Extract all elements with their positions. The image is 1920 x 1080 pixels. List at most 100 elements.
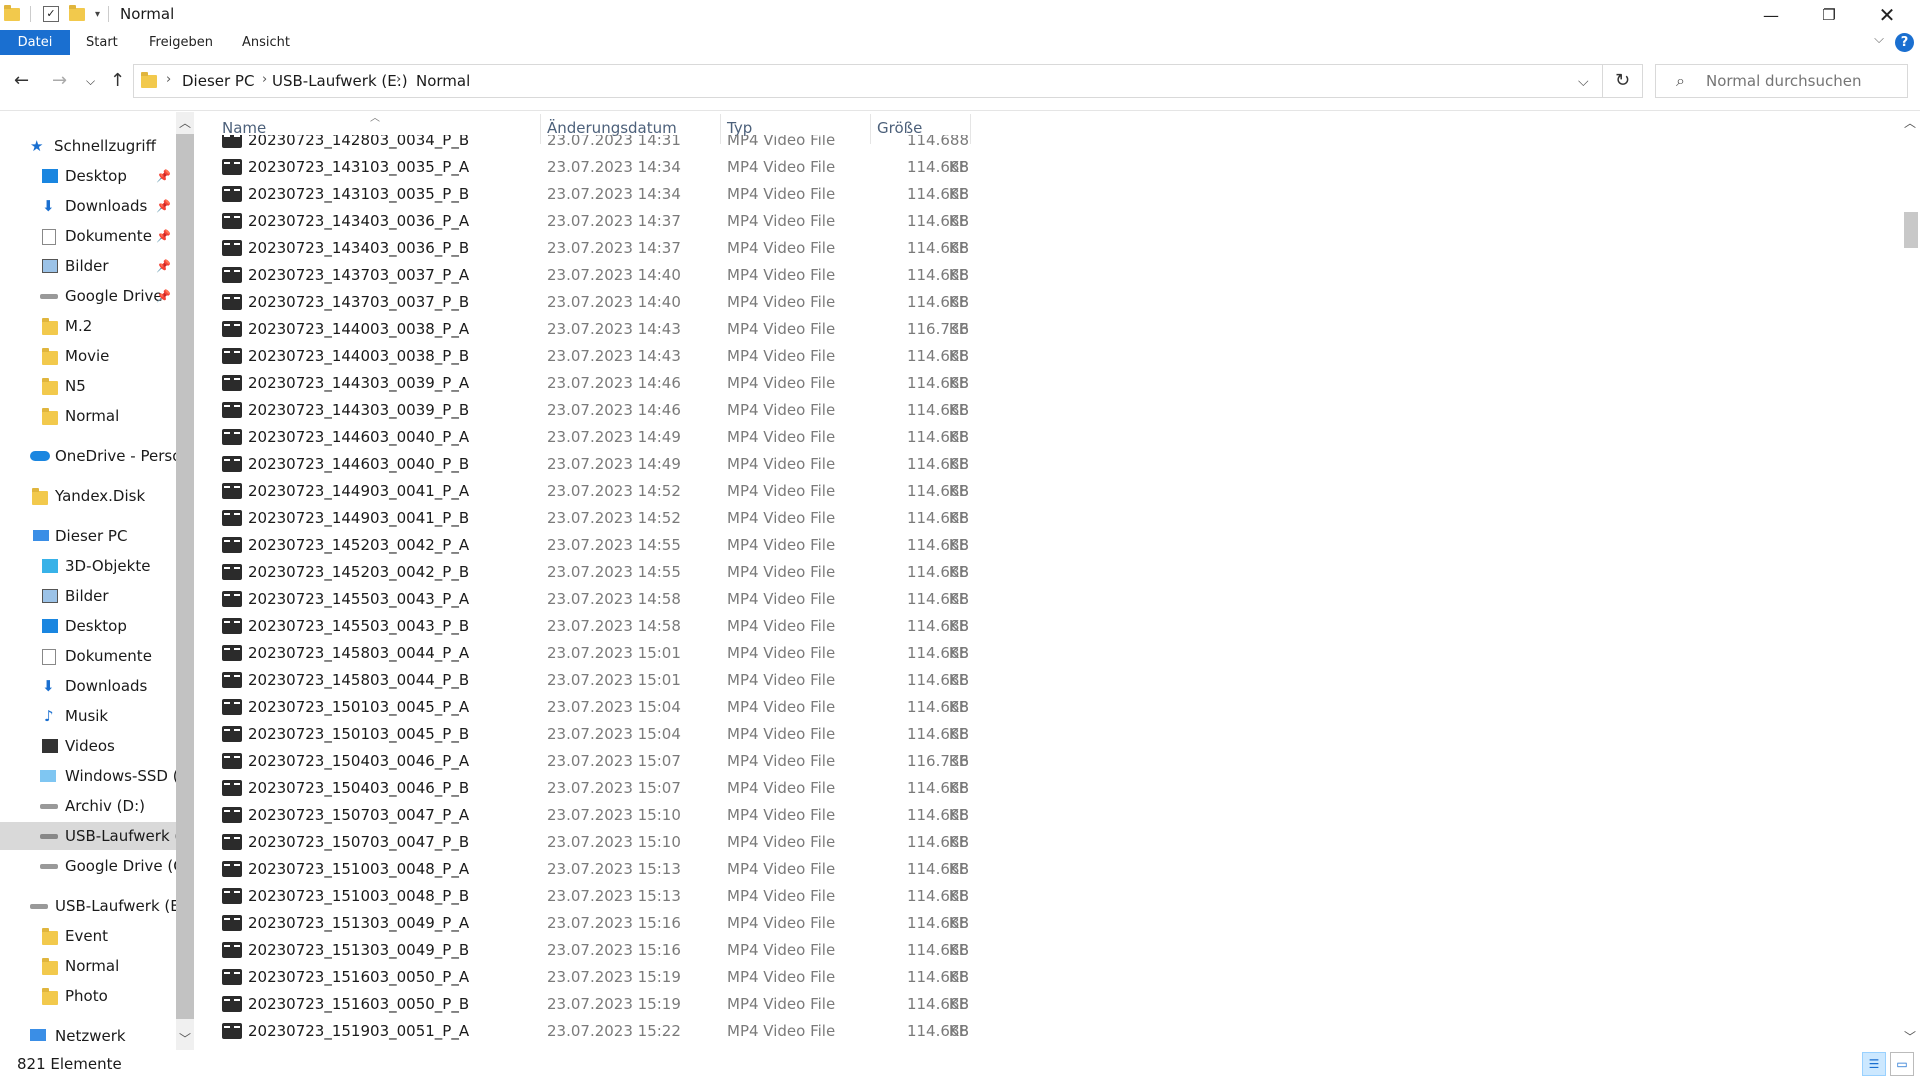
table-row[interactable]: 20230723_145503_0043_P_A 23.07.2023 14:58… [210, 586, 990, 635]
nav-google-drive[interactable]: Google Drive 📌 [0, 282, 176, 310]
table-row[interactable]: 20230723_151003_0048_P_A 23.07.2023 15:13… [210, 856, 990, 905]
table-row[interactable]: 20230723_151903_0051_P_A 23.07.2023 15:22… [210, 1018, 990, 1045]
nav-onedrive[interactable]: OneDrive - Person [0, 442, 176, 470]
table-row[interactable]: 20230723_143703_0037_P_A 23.07.2023 14:40… [210, 262, 990, 311]
chevron-right-icon[interactable]: › [396, 72, 401, 87]
table-row[interactable]: 20230723_151303_0049_P_A 23.07.2023 15:16… [210, 910, 990, 959]
table-row[interactable]: 20230723_142803_0034_P_B 23.07.2023 14:31… [210, 135, 990, 176]
breadcrumb-dieser-pc[interactable]: Dieser PC [182, 72, 254, 90]
nav-3d-objekte[interactable]: 3D-Objekte [0, 552, 176, 580]
tab-datei[interactable]: Datei [0, 30, 70, 55]
expand-ribbon-icon[interactable]: ⌵ [1874, 32, 1884, 47]
table-row[interactable]: 20230723_144003_0038_P_B 23.07.2023 14:43… [210, 343, 990, 392]
close-button[interactable]: ✕ [1858, 0, 1916, 30]
tab-freigeben[interactable]: Freigeben [135, 30, 227, 55]
nav-yandex[interactable]: Yandex.Disk [0, 482, 176, 510]
table-row[interactable]: 20230723_144303_0039_P_B 23.07.2023 14:46… [210, 397, 990, 446]
table-row[interactable]: 20230723_150103_0045_P_A 23.07.2023 15:04… [210, 694, 990, 743]
nav-windows-ssd[interactable]: Windows-SSD (C [0, 762, 176, 790]
table-row[interactable]: 20230723_145203_0042_P_A 23.07.2023 14:55… [210, 532, 990, 581]
recent-locations-icon[interactable]: ⌵ [86, 74, 95, 89]
nav-photo[interactable]: Photo [0, 982, 176, 1010]
forward-button[interactable]: → [52, 70, 67, 91]
table-row[interactable]: 20230723_145803_0044_P_A 23.07.2023 15:01… [210, 640, 990, 689]
table-row[interactable]: 20230723_145203_0042_P_B 23.07.2023 14:55… [210, 559, 990, 608]
table-row[interactable]: 20230723_150403_0046_P_A 23.07.2023 15:07… [210, 748, 990, 797]
search-input[interactable] [1704, 71, 1903, 91]
scroll-down-icon[interactable]: ﹀ [1901, 1028, 1919, 1045]
nav-downloads[interactable]: ⬇ Downloads 📌 [0, 192, 176, 220]
table-row[interactable]: 20230723_143703_0037_P_B 23.07.2023 14:40… [210, 289, 990, 338]
details-view-button[interactable]: ☰ [1862, 1052, 1886, 1076]
scrollbar-thumb[interactable] [1904, 212, 1918, 248]
nav-pc-dokumente[interactable]: Dokumente [0, 642, 176, 670]
address-bar[interactable]: › Dieser PC › USB-Laufwerk (E:) › Normal… [133, 64, 1603, 98]
nav-dieser-pc[interactable]: Dieser PC [0, 522, 176, 550]
table-row[interactable]: 20230723_143403_0036_P_B 23.07.2023 14:37… [210, 235, 990, 284]
table-row[interactable]: 20230723_151003_0048_P_B 23.07.2023 15:13… [210, 883, 990, 932]
chevron-down-icon[interactable]: ⌵ [1578, 74, 1589, 90]
nav-n5[interactable]: N5 [0, 372, 176, 400]
nav-musik[interactable]: ♪ Musik [0, 702, 176, 730]
nav-normal[interactable]: Normal [0, 952, 176, 980]
customize-toolbar-icon[interactable]: ▾ [95, 9, 100, 20]
nav-m2[interactable]: M.2 [0, 312, 176, 340]
breadcrumb-normal[interactable]: Normal [416, 72, 470, 90]
nav-bilder[interactable]: Bilder 📌 [0, 252, 176, 280]
properties-icon[interactable]: ✓ [43, 6, 59, 22]
maximize-button[interactable]: ❐ [1800, 0, 1858, 30]
file-list-scrollbar[interactable]: ︿ ﹀ [1900, 112, 1920, 1050]
table-row[interactable]: 20230723_144903_0041_P_A 23.07.2023 14:52… [210, 478, 990, 527]
nav-dokumente[interactable]: Dokumente 📌 [0, 222, 176, 250]
nav-quick-access[interactable]: ★ Schnellzugriff [0, 132, 176, 160]
table-row[interactable]: 20230723_150703_0047_P_B 23.07.2023 15:10… [210, 829, 990, 878]
nav-movie[interactable]: Movie [0, 342, 176, 370]
tab-start[interactable]: Start [72, 30, 132, 55]
table-row[interactable]: 20230723_144303_0039_P_A 23.07.2023 14:46… [210, 370, 990, 419]
table-row[interactable]: 20230723_143103_0035_P_A 23.07.2023 14:34… [210, 154, 990, 203]
nav-usb-laufwerk-selected[interactable]: USB-Laufwerk (E [0, 822, 176, 850]
nav-event[interactable]: Event [0, 922, 176, 950]
nav-pc-desktop[interactable]: Desktop [0, 612, 176, 640]
nav-videos[interactable]: Videos [0, 732, 176, 760]
table-row[interactable]: 20230723_150103_0045_P_B 23.07.2023 15:04… [210, 721, 990, 770]
up-button[interactable]: ↑ [110, 70, 125, 91]
table-row[interactable]: 20230723_144903_0041_P_B 23.07.2023 14:52… [210, 505, 990, 554]
nav-scrollbar[interactable]: ︿ ﹀ [176, 112, 194, 1050]
scroll-down-icon[interactable]: ﹀ [176, 1030, 194, 1047]
tab-ansicht[interactable]: Ansicht [228, 30, 304, 55]
table-row[interactable]: 20230723_151603_0050_P_A 23.07.2023 15:19… [210, 964, 990, 1013]
back-button[interactable]: ← [14, 70, 29, 91]
chevron-right-icon[interactable]: › [262, 72, 267, 87]
nav-netzwerk[interactable]: Netzwerk [0, 1022, 176, 1050]
scroll-up-icon[interactable]: ︿ [176, 114, 194, 131]
nav-google-drive-g[interactable]: Google Drive (G: [0, 852, 176, 880]
breadcrumb-usb[interactable]: USB-Laufwerk (E:) [272, 72, 408, 90]
table-row[interactable]: 20230723_144603_0040_P_B 23.07.2023 14:49… [210, 451, 990, 500]
refresh-button[interactable]: ↻ [1603, 64, 1643, 98]
table-row[interactable]: 20230723_150703_0047_P_A 23.07.2023 15:10… [210, 802, 990, 851]
table-row[interactable]: 20230723_150403_0046_P_B 23.07.2023 15:07… [210, 775, 990, 824]
nav-normal-quick[interactable]: Normal [0, 402, 176, 430]
table-row[interactable]: 20230723_145503_0043_P_B 23.07.2023 14:58… [210, 613, 990, 662]
nav-archiv[interactable]: Archiv (D:) [0, 792, 176, 820]
table-row[interactable]: 20230723_143103_0035_P_B 23.07.2023 14:34… [210, 181, 990, 230]
nav-desktop[interactable]: Desktop 📌 [0, 162, 176, 190]
new-folder-icon[interactable] [69, 4, 85, 21]
minimize-button[interactable]: — [1742, 0, 1800, 30]
table-row[interactable]: 20230723_151303_0049_P_B 23.07.2023 15:16… [210, 937, 990, 986]
chevron-right-icon[interactable]: › [166, 72, 171, 87]
large-icons-view-button[interactable]: ▭ [1890, 1052, 1914, 1076]
search-box[interactable]: ⌕ [1655, 64, 1908, 98]
scrollbar-thumb[interactable] [176, 134, 194, 1019]
nav-usb-root[interactable]: USB-Laufwerk (E:) [0, 892, 176, 920]
table-row[interactable]: 20230723_151603_0050_P_B 23.07.2023 15:19… [210, 991, 990, 1040]
table-row[interactable]: 20230723_144003_0038_P_A 23.07.2023 14:43… [210, 316, 990, 365]
nav-pc-downloads[interactable]: ⬇ Downloads [0, 672, 176, 700]
table-row[interactable]: 20230723_143403_0036_P_A 23.07.2023 14:37… [210, 208, 990, 257]
nav-pc-bilder[interactable]: Bilder [0, 582, 176, 610]
help-icon[interactable]: ? [1895, 33, 1914, 52]
table-row[interactable]: 20230723_144603_0040_P_A 23.07.2023 14:49… [210, 424, 990, 473]
scroll-up-icon[interactable]: ︿ [1901, 114, 1919, 131]
table-row[interactable]: 20230723_145803_0044_P_B 23.07.2023 15:01… [210, 667, 990, 716]
